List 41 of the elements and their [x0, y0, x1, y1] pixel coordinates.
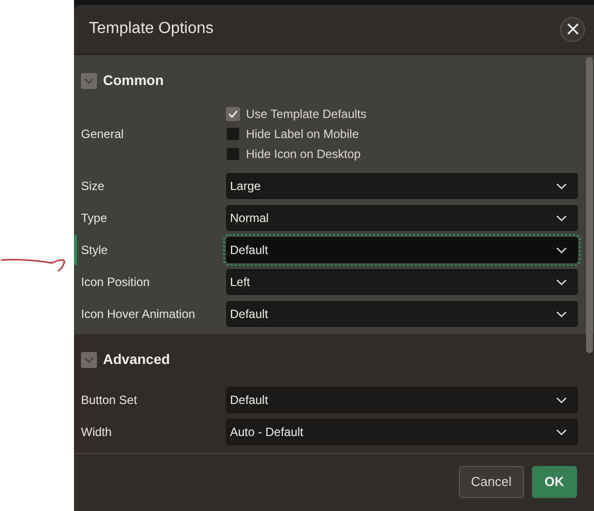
- select-field[interactable]: Default: [226, 237, 578, 263]
- collapse-toggle[interactable]: [81, 72, 97, 88]
- select-field[interactable]: Large: [226, 173, 578, 199]
- select-field[interactable]: Default: [226, 301, 578, 327]
- checkbox[interactable]: [226, 147, 240, 161]
- checkbox-label: Use Template Defaults: [246, 106, 367, 122]
- chevron-down-icon: [556, 428, 567, 436]
- chevron-down-icon: [556, 182, 567, 190]
- select-field[interactable]: Default: [226, 387, 578, 413]
- field-label: Type: [81, 210, 108, 227]
- section-title: Common: [103, 71, 164, 90]
- dialog-title: Template Options: [89, 19, 214, 39]
- section-title: Advanced: [103, 350, 170, 369]
- chevron-down-icon: [84, 356, 94, 362]
- select-field[interactable]: Auto - Default: [226, 419, 578, 445]
- checkbox[interactable]: [226, 107, 240, 121]
- field-label: Size: [81, 178, 106, 195]
- field-label: Width: [81, 424, 113, 441]
- chevron-down-icon: [556, 310, 567, 318]
- cancel-button[interactable]: Cancel: [459, 466, 524, 498]
- close-icon: [566, 23, 578, 35]
- select-field[interactable]: Normal: [226, 205, 578, 231]
- collapse-toggle[interactable]: [81, 352, 97, 368]
- field-label: Icon Hover Animation: [81, 306, 196, 323]
- field-label: General: [81, 126, 125, 143]
- chevron-down-icon: [84, 78, 94, 84]
- field-label: Icon Position: [81, 274, 151, 291]
- close-button[interactable]: [560, 16, 585, 42]
- chevron-down-icon: [556, 396, 567, 404]
- field-label: Button Set: [81, 392, 138, 409]
- checkbox[interactable]: [226, 127, 240, 141]
- check-icon: [228, 110, 238, 118]
- select-field[interactable]: Left: [226, 269, 578, 295]
- field-label: Style: [81, 242, 109, 259]
- chevron-down-icon: [556, 278, 567, 286]
- chevron-down-icon: [556, 246, 567, 254]
- chevron-down-icon: [556, 214, 567, 222]
- checkbox-label: Hide Icon on Desktop: [246, 146, 361, 162]
- checkbox-label: Hide Label on Mobile: [246, 126, 359, 142]
- ok-button[interactable]: OK: [532, 466, 577, 498]
- scrollbar[interactable]: [586, 57, 593, 353]
